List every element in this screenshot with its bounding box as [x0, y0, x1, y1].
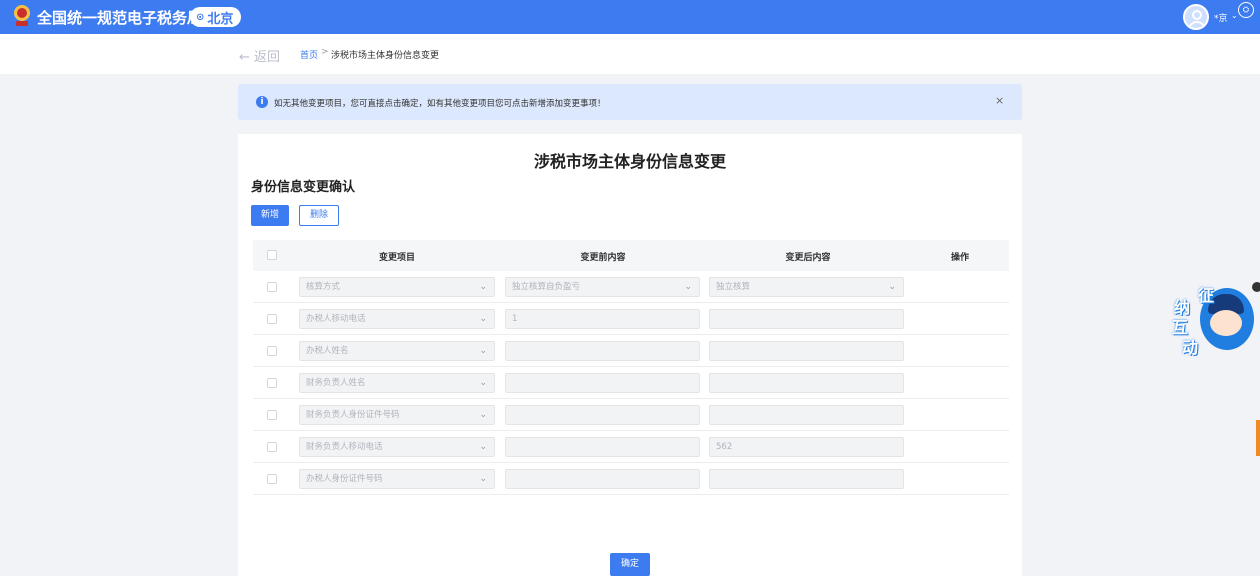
chevron-down-icon: ⌄ — [479, 378, 487, 388]
after-content-value: 独立核算 — [716, 282, 751, 292]
region-label: 北京 — [207, 11, 234, 27]
after-content-field[interactable] — [709, 373, 904, 393]
page-title: 涉税市场主体身份信息变更 — [533, 152, 726, 171]
chevron-down-icon: ⌄ — [479, 314, 487, 324]
after-content-field[interactable] — [709, 309, 904, 329]
change-item-value: 办税人移动电话 — [306, 314, 366, 324]
before-content-field[interactable]: 独立核算自负盈亏 ⌄ — [505, 277, 700, 297]
before-content-field[interactable] — [505, 405, 700, 425]
top-bar: 全国统一规范电子税务局 ⊙ 北京 *京 ⌄ ⛭ — [0, 0, 1260, 34]
section-title: 身份信息变更确认 — [251, 180, 356, 195]
change-item-value: 核算方式 — [306, 282, 341, 292]
row-checkbox[interactable] — [267, 282, 277, 292]
table-row: 核算方式 ⌄ 独立核算自负盈亏 ⌄ 独立核算 ⌄ — [253, 271, 1009, 303]
close-icon[interactable] — [1252, 282, 1260, 292]
change-item-value: 财务负责人移动电话 — [306, 442, 383, 452]
chevron-down-icon: ⌄ — [888, 282, 896, 292]
side-tab[interactable] — [1256, 420, 1260, 456]
chevron-down-icon[interactable]: ⌄ — [1231, 11, 1238, 20]
add-button[interactable]: 新增 — [251, 205, 289, 226]
after-content-value: 562 — [716, 442, 733, 452]
row-checkbox[interactable] — [267, 314, 277, 324]
breadcrumb-home[interactable]: 首页 — [300, 48, 318, 61]
chevron-down-icon: ⌄ — [479, 346, 487, 356]
header-item: 变更项目 — [378, 253, 416, 263]
info-icon: i — [256, 96, 268, 108]
change-item-select[interactable]: 核算方式 ⌄ — [299, 277, 495, 297]
before-content-field[interactable] — [505, 373, 700, 393]
before-content-value: 独立核算自负盈亏 — [512, 282, 581, 292]
table-row: 办税人移动电话 ⌄ 1 — [253, 303, 1009, 335]
change-item-select[interactable]: 办税人移动电话 ⌄ — [299, 309, 495, 329]
header-before: 变更前内容 — [580, 253, 626, 263]
row-checkbox[interactable] — [267, 346, 277, 356]
header-after: 变更后内容 — [785, 253, 831, 263]
user-name[interactable]: *京 — [1214, 11, 1228, 24]
row-checkbox[interactable] — [267, 474, 277, 484]
delete-button[interactable]: 删除 — [299, 205, 339, 226]
back-link[interactable]: ← 返回 — [239, 46, 280, 65]
table-row: 财务负责人身份证件号码 ⌄ — [253, 399, 1009, 431]
row-checkbox[interactable] — [267, 442, 277, 452]
mascot-char: 征 — [1198, 286, 1215, 305]
after-content-field[interactable]: 独立核算 ⌄ — [709, 277, 904, 297]
accessibility-icon[interactable]: ⛭ — [1238, 2, 1254, 18]
change-item-select[interactable]: 财务负责人身份证件号码 ⌄ — [299, 405, 495, 425]
change-item-value: 办税人姓名 — [306, 346, 349, 356]
after-content-field[interactable] — [709, 405, 904, 425]
select-all-checkbox[interactable] — [267, 250, 277, 260]
chevron-down-icon: ⌄ — [684, 282, 692, 292]
before-content-field[interactable]: 1 — [505, 309, 700, 329]
site-title: 全国统一规范电子税务局 — [37, 9, 203, 27]
breadcrumb-separator: > — [321, 47, 329, 57]
breadcrumb: ← 返回 首页 > 涉税市场主体身份信息变更 — [0, 34, 1260, 74]
mascot-widget[interactable]: 征 纳 互 动 — [1172, 282, 1260, 360]
before-content-field[interactable] — [505, 341, 700, 361]
region-selector[interactable]: ⊙ 北京 — [190, 7, 242, 27]
user-avatar[interactable] — [1183, 4, 1209, 30]
row-checkbox[interactable] — [267, 378, 277, 388]
table-row: 财务负责人移动电话 ⌄ 562 — [253, 431, 1009, 463]
table-row: 财务负责人姓名 ⌄ — [253, 367, 1009, 399]
change-item-value: 办税人身份证件号码 — [306, 474, 383, 484]
chevron-down-icon: ⌄ — [479, 474, 487, 484]
breadcrumb-current: 涉税市场主体身份信息变更 — [331, 51, 440, 61]
before-content-field[interactable] — [505, 437, 700, 457]
change-item-select[interactable]: 办税人身份证件号码 ⌄ — [299, 469, 495, 489]
main-card: 涉税市场主体身份信息变更 身份信息变更确认 新增 删除 变更项目 变更前内容 变… — [238, 134, 1022, 576]
info-notice: i 如无其他变更项目，您可直接点击确定，如有其他变更项目您可点击新增添加变更事项… — [238, 84, 1022, 120]
chevron-down-icon: ⌄ — [479, 410, 487, 420]
row-checkbox[interactable] — [267, 410, 277, 420]
table-row: 办税人身份证件号码 ⌄ — [253, 463, 1009, 495]
header-action: 操作 — [950, 253, 970, 263]
after-content-field[interactable] — [709, 469, 904, 489]
change-item-select[interactable]: 财务负责人移动电话 ⌄ — [299, 437, 495, 457]
tax-emblem-icon — [14, 5, 30, 26]
location-pin-icon: ⊙ — [196, 11, 205, 23]
chevron-down-icon: ⌄ — [479, 282, 487, 292]
confirm-button[interactable]: 确定 — [610, 553, 650, 576]
change-item-select[interactable]: 办税人姓名 ⌄ — [299, 341, 495, 361]
after-content-field[interactable] — [709, 341, 904, 361]
notice-text: 如无其他变更项目，您可直接点击确定，如有其他变更项目您可点击新增添加变更事项！ — [274, 99, 606, 109]
close-icon[interactable]: × — [995, 94, 1004, 107]
before-content-field[interactable] — [505, 469, 700, 489]
table-row: 办税人姓名 ⌄ — [253, 335, 1009, 367]
mascot-char: 动 — [1182, 338, 1199, 357]
change-item-value: 财务负责人姓名 — [306, 378, 366, 388]
before-content-value: 1 — [512, 314, 518, 324]
table-header: 变更项目 变更前内容 变更后内容 操作 — [253, 240, 1009, 271]
change-item-value: 财务负责人身份证件号码 — [306, 410, 400, 420]
change-item-select[interactable]: 财务负责人姓名 ⌄ — [299, 373, 495, 393]
after-content-field[interactable]: 562 — [709, 437, 904, 457]
chevron-down-icon: ⌄ — [479, 442, 487, 452]
